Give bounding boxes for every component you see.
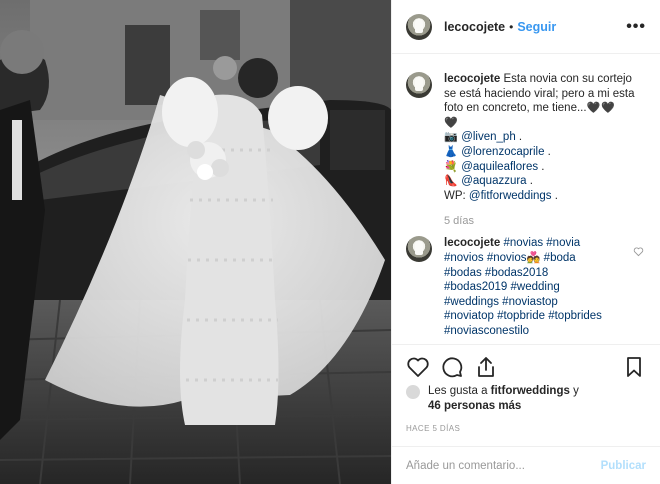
dress-emoji: 👗 bbox=[444, 145, 458, 158]
credit-suffix: . bbox=[526, 175, 533, 188]
post-side-panel: lecocojete • Seguir ••• lecocojete Esta … bbox=[391, 0, 660, 484]
credit-florist-link[interactable]: @aquileaflores bbox=[461, 161, 538, 173]
author-avatar[interactable] bbox=[406, 13, 432, 40]
publish-button[interactable]: Publicar bbox=[601, 460, 646, 472]
shoe-emoji: 👠 bbox=[444, 175, 458, 188]
post-timestamp[interactable]: HACE 5 DÍAS bbox=[406, 424, 460, 433]
liker-avatar bbox=[406, 385, 420, 399]
caption-text: lecocojete Esta novia con su cortejo se … bbox=[444, 72, 640, 203]
caption-time[interactable]: 5 días bbox=[444, 215, 646, 227]
credit-shoes-link[interactable]: @aquazzura bbox=[461, 175, 526, 187]
heart-icon[interactable] bbox=[406, 355, 430, 379]
header-separator: • bbox=[509, 19, 514, 34]
caption-username[interactable]: lecocojete bbox=[444, 73, 500, 85]
comment-username[interactable]: lecocojete bbox=[444, 237, 500, 249]
bookmark-icon[interactable] bbox=[622, 355, 646, 379]
hashtag-line[interactable]: #noviatop #topbride #topbrides bbox=[444, 309, 640, 324]
caption-line3: foto en concreto, me tiene... bbox=[444, 102, 587, 115]
caption-avatar[interactable] bbox=[406, 72, 432, 98]
bouquet-emoji: 💐 bbox=[444, 160, 458, 173]
camera-emoji: 📷 bbox=[444, 131, 458, 144]
hashtag-line[interactable]: #bodas2019 #wedding bbox=[444, 280, 640, 295]
likes-mid: y bbox=[569, 385, 579, 397]
black-heart-emoji: 🖤🖤 bbox=[586, 102, 616, 115]
comment-input[interactable] bbox=[406, 459, 586, 472]
follow-button[interactable]: Seguir bbox=[517, 20, 556, 34]
wp-prefix: WP: bbox=[444, 189, 469, 202]
likes-text: Les gusta a fitforweddings y 46 personas… bbox=[428, 384, 579, 414]
comment-icon[interactable] bbox=[440, 355, 464, 379]
hashtag-line[interactable]: #weddings #noviastop bbox=[444, 295, 640, 310]
hashtag-line[interactable]: #boda bbox=[540, 252, 576, 264]
caption-comment: lecocojete Esta novia con su cortejo se … bbox=[406, 72, 646, 203]
credit-designer-link[interactable]: @lorenzocaprile bbox=[461, 146, 544, 158]
wp-suffix: . bbox=[551, 189, 558, 202]
credit-suffix: . bbox=[515, 131, 523, 144]
likes-summary: Les gusta a fitforweddings y 46 personas… bbox=[406, 384, 650, 414]
add-comment-bar: Publicar bbox=[392, 446, 660, 484]
post-header: lecocojete • Seguir ••• bbox=[392, 0, 660, 54]
caption-line1: Esta novia con su cortejo bbox=[503, 73, 632, 85]
credit-photographer-link[interactable]: @liven_ph bbox=[461, 131, 516, 143]
author-username[interactable]: lecocojete bbox=[444, 20, 505, 34]
post-photo[interactable] bbox=[0, 0, 391, 484]
credit-planner-link[interactable]: @fitforweddings bbox=[469, 190, 552, 202]
liker-username[interactable]: fitforweddings bbox=[491, 385, 570, 397]
hashtag-line[interactable]: #novias #novia bbox=[503, 237, 580, 249]
share-icon[interactable] bbox=[474, 355, 498, 379]
comments-list[interactable]: lecocojete Esta novia con su cortejo se … bbox=[392, 54, 660, 344]
likes-prefix: Les gusta a bbox=[428, 385, 491, 397]
comment-like-icon[interactable] bbox=[633, 246, 644, 257]
credit-suffix: . bbox=[544, 145, 551, 158]
more-icon[interactable]: ••• bbox=[626, 18, 646, 35]
likes-count[interactable]: 46 personas más bbox=[428, 400, 521, 412]
bride-photo-illustration bbox=[0, 0, 391, 484]
comment-avatar[interactable] bbox=[406, 236, 432, 263]
caption-line2: se está haciendo viral; pero a mi esta bbox=[444, 87, 635, 100]
couple-emoji: 💑 bbox=[526, 251, 541, 264]
hashtag-comment: lecocojete #novias #novia #novios #novio… bbox=[406, 236, 646, 338]
comment-text: lecocojete #novias #novia #novios #novio… bbox=[444, 236, 640, 338]
hashtag-line[interactable]: #novios #novios bbox=[444, 252, 526, 264]
instagram-post: lecocojete • Seguir ••• lecocojete Esta … bbox=[0, 0, 660, 484]
hashtag-line[interactable]: #noviasconestilo bbox=[444, 324, 640, 339]
hashtag-line[interactable]: #bodas #bodas2018 bbox=[444, 266, 640, 281]
credit-suffix: . bbox=[538, 160, 545, 173]
black-heart-emoji-2: 🖤 bbox=[444, 116, 459, 129]
